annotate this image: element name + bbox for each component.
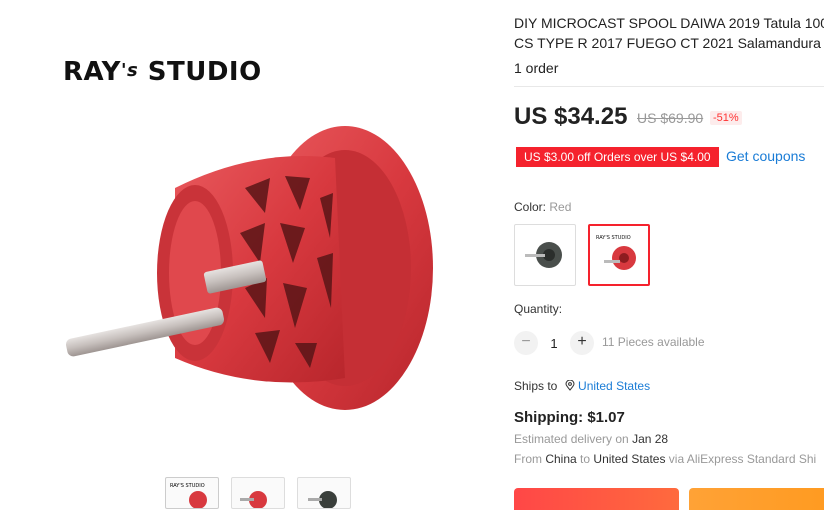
quantity-stepper: − 1 + (514, 331, 594, 355)
buy-now-button[interactable] (514, 488, 679, 510)
svg-text:RAY'S STUDIO: RAY'S STUDIO (170, 483, 205, 489)
color-option-black[interactable] (514, 224, 576, 286)
color-label: Color: Red (514, 200, 572, 214)
original-price: US $69.90 (637, 110, 704, 126)
selected-color: Red (549, 200, 572, 214)
thumbnail-1[interactable]: RAY'S STUDIO (165, 477, 219, 509)
ship-country-selector[interactable]: United States (565, 379, 650, 393)
divider (514, 86, 824, 87)
thumbnail-2[interactable] (231, 477, 285, 509)
ships-to: Ships to United States (514, 379, 651, 393)
product-gallery: RAY's STUDIO RAY'S STUDIO (0, 0, 500, 509)
brand-logo: RAY's STUDIO (63, 57, 262, 87)
decrease-button[interactable]: − (514, 331, 538, 355)
discount-badge: -51% (710, 111, 742, 125)
color-option-red[interactable]: RAY'S STUDIO (588, 224, 650, 286)
product-image[interactable] (55, 118, 445, 418)
get-coupons-link[interactable]: Get coupons (726, 148, 805, 164)
coupon-badge: US $3.00 off Orders over US $4.00 (514, 147, 719, 167)
black-spool-icon (525, 242, 562, 268)
red-spool-icon: RAY'S STUDIO (596, 235, 636, 270)
stock-available: 11 Pieces available (602, 335, 705, 349)
add-to-cart-button[interactable] (689, 488, 824, 510)
quantity-label: Quantity: (514, 302, 563, 316)
estimated-delivery: Estimated delivery on Jan 28 (514, 432, 669, 446)
thumbnail-3[interactable] (297, 477, 351, 509)
orders-count: 1 order (514, 60, 559, 76)
shipping-route: From China to United States via AliExpre… (514, 452, 817, 466)
product-title: DIY MICROCAST SPOOL DAIWA 2019 Tatula 10… (514, 15, 824, 51)
thumbnail-strip: RAY'S STUDIO (165, 477, 351, 509)
location-pin-icon (565, 379, 575, 391)
quantity-input[interactable]: 1 (538, 336, 570, 351)
shipping-cost: Shipping: $1.07 (514, 409, 625, 426)
increase-button[interactable]: + (570, 331, 594, 355)
sale-price: US $34.25 (514, 103, 628, 130)
svg-text:RAY'S STUDIO: RAY'S STUDIO (596, 235, 631, 241)
